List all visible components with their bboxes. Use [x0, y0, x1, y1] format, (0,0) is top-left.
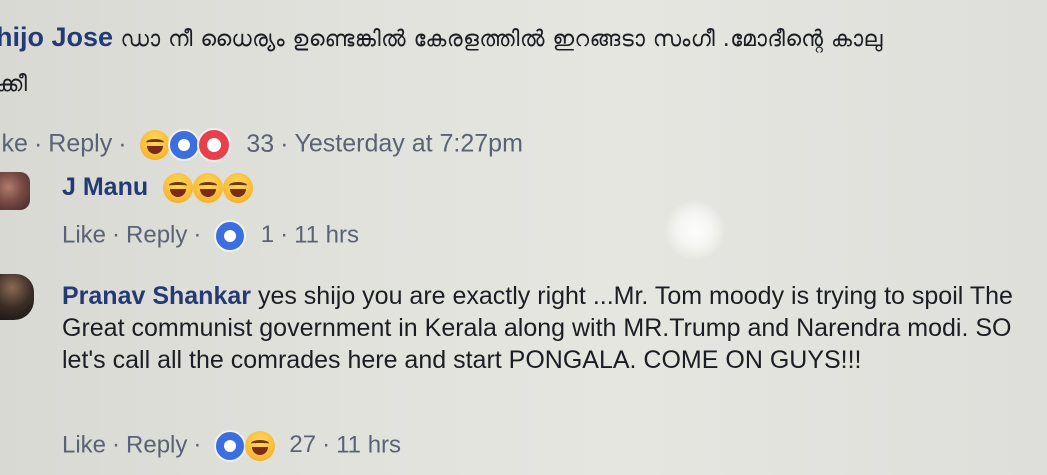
- avatar[interactable]: [0, 274, 34, 320]
- timestamp[interactable]: Yesterday at 7:27pm: [295, 130, 523, 158]
- comment-line: hijo Jose ഡാ നീ ധൈര്യം ഉണ്ടെങ്കിൽ കേരളത്…: [0, 18, 1046, 59]
- separator-dot: ·: [193, 431, 202, 459]
- laughing-emoji-icon: [139, 130, 170, 160]
- comment-actions: ike·Reply· 33·Yesterday at 7:27pm: [0, 128, 523, 162]
- avatar[interactable]: [0, 172, 30, 210]
- separator-dot: ·: [118, 129, 127, 158]
- reactions-summary[interactable]: [214, 430, 275, 462]
- like-reaction-icon: [214, 430, 247, 462]
- separator-dot: ·: [322, 431, 331, 459]
- commenter-name[interactable]: Pranav Shankar: [62, 282, 251, 310]
- comment-shijo-jose: hijo Jose ഡാ നീ ധൈര്യം ഉണ്ടെങ്കിൽ കേരളത്…: [0, 18, 1046, 162]
- reply-link[interactable]: Reply: [48, 130, 112, 158]
- laughing-emoji-icon: [244, 431, 275, 461]
- timestamp[interactable]: 11 hrs: [336, 431, 401, 458]
- laughing-emoji-icon: [223, 173, 254, 204]
- laughing-emoji-icon: [193, 173, 224, 204]
- reactions-summary[interactable]: [139, 128, 232, 162]
- separator-dot: ·: [112, 221, 121, 249]
- reaction-count[interactable]: 27: [289, 431, 316, 458]
- separator-dot: ·: [112, 431, 121, 459]
- like-link[interactable]: ike: [0, 130, 28, 158]
- photo-glare: [665, 200, 725, 260]
- reaction-count[interactable]: 33: [246, 130, 274, 158]
- comment-text: ഡാ നീ ധൈര്യം ഉണ്ടെങ്കിൽ കേരളത്തിൽ ഇറങ്ങട…: [120, 27, 883, 52]
- separator-dot: ·: [280, 221, 289, 249]
- like-link[interactable]: Like: [62, 431, 106, 458]
- love-reaction-icon: [197, 128, 232, 162]
- separator-dot: ·: [193, 221, 202, 249]
- timestamp[interactable]: 11 hrs: [294, 221, 359, 248]
- reply-link[interactable]: Reply: [126, 431, 187, 458]
- comment-text-continued: ക്കീ: [0, 72, 28, 97]
- separator-dot: ·: [33, 129, 43, 158]
- comment-pranav-shankar: Pranav Shankar yes shijo you are exactly…: [62, 280, 1022, 462]
- laughing-emoji-icon: [163, 173, 194, 204]
- like-reaction-icon: [168, 129, 201, 161]
- comment-line: J Manu: [62, 170, 254, 204]
- comment-body: Pranav Shankar yes shijo you are exactly…: [62, 280, 1022, 376]
- reaction-count[interactable]: 1: [261, 221, 274, 248]
- like-link[interactable]: Like: [62, 221, 106, 248]
- like-reaction-icon[interactable]: [214, 220, 247, 252]
- comment-actions: Like · Reply · 1 · 11 hrs: [62, 220, 359, 252]
- separator-dot: ·: [280, 129, 289, 158]
- commenter-name[interactable]: J Manu: [62, 173, 148, 201]
- reply-link[interactable]: Reply: [126, 221, 187, 248]
- commenter-name[interactable]: hijo Jose: [0, 22, 113, 52]
- comment-actions: Like · Reply · 27 · 11 hrs: [62, 430, 401, 462]
- comment-j-manu: J Manu Like · Reply · 1 · 11 hrs: [62, 170, 359, 252]
